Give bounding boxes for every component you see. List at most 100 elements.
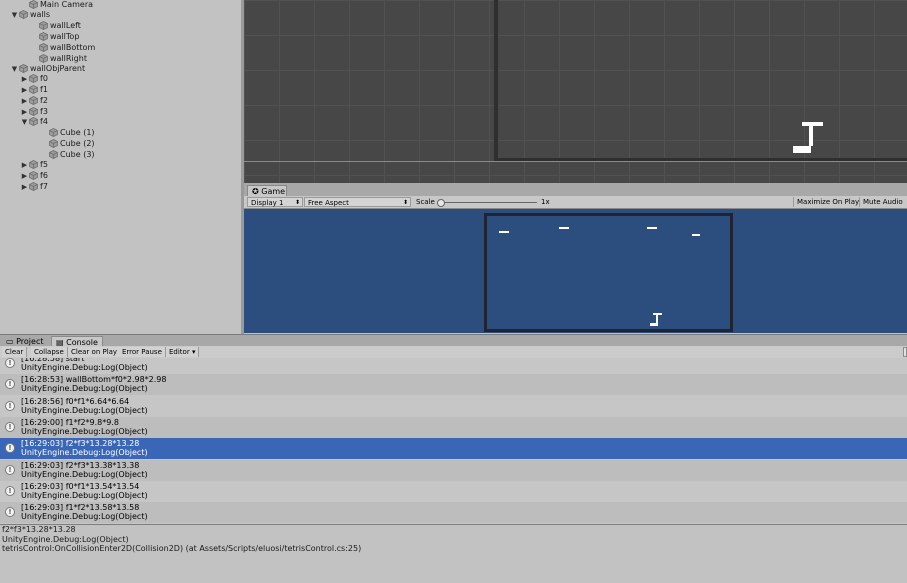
game-piece — [692, 234, 700, 236]
log-entry[interactable]: ! [16:29:03] f2*f3*13.28*13.28 UnityEngine… — [0, 438, 907, 460]
hierarchy-item-label: Cube (1) — [60, 128, 95, 137]
aspect-dropdown[interactable]: Free Aspect ⬍ — [304, 197, 411, 207]
log-source: UnityEngine.Debug:Log(Object) — [21, 512, 148, 522]
hierarchy-item-label: walls — [30, 10, 51, 19]
log-entry[interactable]: ! [16:28:56] f0*f1*6.64*6.64 UnityEngine.D… — [0, 396, 907, 417]
scale-value: 1x — [541, 198, 550, 206]
hierarchy-item[interactable]: Cube (2) — [40, 138, 95, 149]
hierarchy-item-label: wallBottom — [50, 43, 96, 52]
hierarchy-item-label: f6 — [40, 171, 48, 180]
hierarchy-item[interactable]: ▶ f0 — [20, 73, 48, 84]
hierarchy-item[interactable]: ▶ f6 — [20, 170, 48, 181]
console-search-edge[interactable] — [903, 347, 907, 357]
game-piece — [650, 323, 658, 326]
game-piece — [647, 227, 657, 229]
hierarchy-item-label: f1 — [40, 85, 48, 94]
hierarchy-item[interactable]: Cube (3) — [40, 149, 95, 160]
log-source: UnityEngine.Debug:Log(Object) — [21, 490, 148, 500]
expanded-arrow-icon[interactable]: ▼ — [10, 10, 19, 21]
info-icon: ! — [5, 507, 15, 518]
clear-on-play-toggle[interactable]: Clear on Play — [68, 347, 122, 357]
hierarchy-item[interactable]: wallTop — [30, 31, 79, 42]
scale-slider-track[interactable] — [437, 202, 537, 203]
hierarchy-item-label: f3 — [40, 107, 48, 116]
log-entry[interactable]: ! [16:28:58] start UnityEngine.Debug:Log(O… — [0, 358, 907, 374]
hierarchy-item[interactable]: wallLeft — [30, 20, 81, 31]
console-detail-pane: f2*f3*13.28*13.28 UnityEngine.Debug:Log(… — [0, 525, 907, 583]
cube-icon — [39, 54, 48, 63]
error-pause-toggle[interactable]: Error Pause — [119, 347, 166, 357]
expanded-arrow-icon[interactable]: ▼ — [20, 117, 29, 128]
info-icon: ! — [5, 421, 15, 432]
clear-button[interactable]: Clear — [2, 347, 28, 357]
hierarchy-item-label: f2 — [40, 96, 48, 105]
scene-view[interactable] — [244, 0, 907, 183]
log-entry[interactable]: ! [16:29:00] f1*f2*9.8*9.8 UnityEngine.Deb… — [0, 416, 907, 438]
hierarchy-item[interactable]: Cube (1) — [40, 127, 95, 138]
hierarchy-item[interactable]: ▶ f7 — [20, 181, 48, 192]
cube-icon — [29, 74, 38, 83]
hierarchy-item[interactable]: wallBottom — [30, 42, 95, 53]
scale-label: Scale — [416, 198, 435, 206]
info-icon: ! — [5, 400, 15, 411]
hierarchy-item[interactable]: ▶ f5 — [20, 159, 48, 170]
cube-icon — [49, 150, 58, 159]
cube-icon — [49, 139, 58, 148]
cube-icon — [29, 182, 38, 191]
cube-icon — [29, 160, 38, 169]
hierarchy-item-label: Cube (2) — [60, 139, 95, 148]
scene-piece[interactable] — [793, 146, 811, 153]
hierarchy-item-label: Main Camera — [40, 0, 94, 9]
hierarchy-item[interactable]: ▼ walls — [10, 9, 50, 20]
hierarchy-item[interactable]: ▶ f1 — [20, 84, 48, 95]
folder-icon: ▭ — [6, 337, 14, 346]
game-view[interactable] — [244, 209, 907, 333]
tab-game[interactable]: ✪ Game — [247, 185, 287, 196]
aspect-value: Free Aspect — [308, 199, 349, 207]
maximize-on-play-button[interactable]: Maximize On Play — [793, 197, 862, 207]
log-entry[interactable]: ! [16:28:53] wallBottom*f0*2.98*2.98 Unity… — [0, 374, 907, 396]
display-value: Display 1 — [251, 199, 284, 207]
hierarchy-item-label: Cube (3) — [60, 150, 95, 159]
hierarchy-item[interactable]: ▶ f2 — [20, 95, 48, 106]
log-source: UnityEngine.Debug:Log(Object) — [21, 405, 148, 415]
scene-piece[interactable] — [809, 126, 813, 146]
info-icon: ! — [5, 358, 15, 368]
cube-icon — [29, 85, 38, 94]
cube-icon — [19, 64, 28, 73]
log-entry[interactable]: ! [16:29:03] f1*f2*13.58*13.58 UnityEngine… — [0, 502, 907, 524]
mute-audio-button[interactable]: Mute Audio — [859, 197, 906, 207]
cube-icon — [29, 171, 38, 180]
game-playfield — [484, 213, 733, 332]
log-source: UnityEngine.Debug:Log(Object) — [21, 448, 148, 458]
info-icon: ! — [5, 464, 15, 475]
detail-stack-link[interactable]: tetrisControl:OnCollisionEnter2D(Collisi… — [2, 544, 361, 554]
info-icon: ! — [5, 485, 15, 496]
display-dropdown[interactable]: Display 1 ⬍ — [247, 197, 303, 207]
log-entry[interactable]: ! [16:29:03] f2*f3*13.38*13.38 UnityEngine… — [0, 459, 907, 481]
editor-label: Editor — [169, 348, 190, 356]
hierarchy-item-label: f4 — [40, 117, 48, 126]
console-log-list[interactable]: ! [16:28:58] start UnityEngine.Debug:Log(O… — [0, 358, 907, 524]
cube-icon — [39, 32, 48, 41]
editor-dropdown[interactable]: Editor ▾ — [166, 347, 200, 357]
cube-icon — [39, 43, 48, 52]
hierarchy-item-label: f0 — [40, 74, 48, 83]
collapsed-arrow-icon[interactable]: ▶ — [20, 182, 29, 193]
expanded-arrow-icon[interactable]: ▼ — [10, 64, 19, 75]
scene-camera-frame — [494, 0, 907, 162]
cube-icon — [19, 10, 28, 19]
chevron-down-icon: ⬍ — [402, 199, 408, 206]
cube-icon — [49, 128, 58, 137]
info-icon: ! — [5, 443, 15, 454]
scale-slider-thumb[interactable] — [437, 199, 445, 207]
hierarchy-item[interactable]: ▼ f4 — [20, 116, 48, 127]
log-source: UnityEngine.Debug:Log(Object) — [21, 384, 148, 394]
collapse-toggle[interactable]: Collapse — [31, 347, 68, 357]
tab-game-label: Game — [261, 187, 286, 196]
hierarchy-item-label: wallLeft — [50, 21, 81, 30]
log-entry[interactable]: ! [16:29:03] f0*f1*13.54*13.54 UnityEngine… — [0, 481, 907, 502]
hierarchy-panel: Main Camera ▼ walls wallLeft wallTop wallBott… — [0, 0, 241, 334]
cube-icon — [29, 0, 38, 9]
hierarchy-item-label: f5 — [40, 160, 48, 169]
